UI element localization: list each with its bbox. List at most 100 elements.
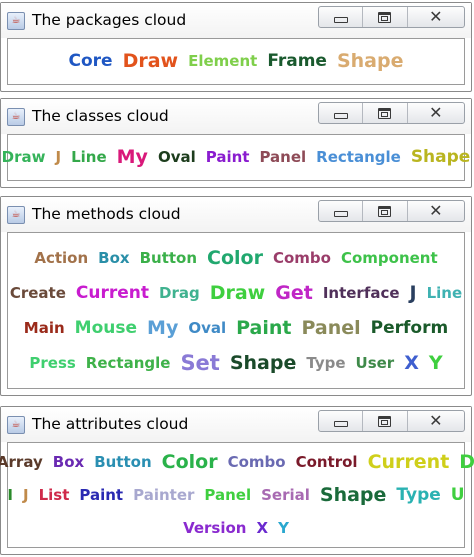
packages-cloud-window: ☕ The packages cloud ✕ Core Draw Element Fr… <box>0 2 472 92</box>
cloud-word: Array <box>0 452 43 471</box>
cloud-word: Draw <box>122 50 179 72</box>
java-app-icon: ☕ <box>7 416 25 434</box>
cloud-word: J <box>55 148 62 166</box>
word-cloud: Array Box Button Color Combo Control Current D I… <box>0 443 474 547</box>
cloud-row: Create Current Drag Draw Get Interface J Line <box>5 276 467 311</box>
cloud-word: Combo <box>227 452 286 471</box>
cloud-word: Button <box>139 248 198 267</box>
cloud-word: Set <box>180 350 220 375</box>
cloud-word: Element <box>188 52 258 70</box>
cloud-word: Shape <box>229 351 297 374</box>
cloud-row: Core Draw Element Frame Shape <box>64 52 409 71</box>
cloud-word: Color <box>161 450 218 473</box>
close-button[interactable]: ✕ <box>408 201 464 221</box>
cloud-word: Type <box>306 353 346 372</box>
window-controls: ✕ <box>318 102 465 124</box>
cloud-word: Combo <box>272 248 331 267</box>
window-controls: ✕ <box>318 200 465 222</box>
cloud-word: Action <box>34 248 89 267</box>
maximize-button[interactable] <box>363 411 408 431</box>
cloud-word: I <box>7 485 13 504</box>
maximize-button[interactable] <box>363 7 408 27</box>
window-controls: ✕ <box>318 410 465 432</box>
cloud-panel: Array Box Button Color Combo Control Current D I… <box>0 442 474 548</box>
cloud-word: U <box>450 484 465 505</box>
cloud-word: Draw <box>1 148 46 166</box>
cloud-word: Paint <box>205 148 250 166</box>
cloud-word: Version <box>183 518 247 537</box>
cloud-panel: Core Draw Element Frame Shape <box>7 38 465 85</box>
cloud-word: Serial <box>261 485 310 504</box>
maximize-icon <box>378 205 392 217</box>
cloud-word: X <box>256 518 269 537</box>
attributes-cloud-window: ☕ The attributes cloud ✕ Array Box Button C… <box>0 406 474 555</box>
cloud-word: My <box>147 316 179 339</box>
maximize-icon <box>378 11 392 23</box>
close-button[interactable]: ✕ <box>408 7 464 27</box>
cloud-word: Create <box>9 283 66 302</box>
minimize-icon <box>333 16 348 23</box>
title-bar[interactable]: ☕ The methods cloud ✕ <box>1 197 471 232</box>
minimize-button[interactable] <box>319 103 364 123</box>
cloud-word: Line <box>71 148 107 166</box>
close-button[interactable]: ✕ <box>408 103 464 123</box>
cloud-word: Y <box>428 351 443 374</box>
cloud-word: My <box>116 146 148 168</box>
classes-cloud-window: ☕ The classes cloud ✕ Draw J Line My Oval Pai… <box>0 98 472 188</box>
cloud-word: Control <box>295 452 358 471</box>
cloud-word: Press <box>29 353 76 372</box>
cloud-word: Perform <box>370 317 449 338</box>
close-button[interactable]: ✕ <box>408 411 464 431</box>
cloud-row: Main Mouse My Oval Paint Panel Perform <box>19 311 453 346</box>
cloud-word: Get <box>275 281 313 304</box>
title-bar[interactable]: ☕ The attributes cloud ✕ <box>1 407 471 442</box>
cloud-word: Mouse <box>74 317 138 338</box>
cloud-row: Press Rectangle Set Shape Type User X Y <box>24 346 447 381</box>
cloud-word: Y <box>278 518 289 537</box>
minimize-icon <box>333 210 348 217</box>
java-app-icon: ☕ <box>7 108 25 126</box>
cloud-word: User <box>355 353 395 372</box>
close-icon: ✕ <box>429 201 443 220</box>
title-bar[interactable]: ☕ The packages cloud ✕ <box>1 3 471 38</box>
cloud-row: Draw J Line My Oval Paint Panel Rectangle Shape <box>0 148 474 167</box>
word-cloud: Core Draw Element Frame Shape <box>8 39 464 84</box>
cloud-word: Interface <box>322 283 400 302</box>
cloud-word: X <box>404 351 419 374</box>
cloud-word: Draw <box>209 281 266 304</box>
close-icon: ✕ <box>429 411 443 430</box>
cloud-word: Button <box>94 452 152 471</box>
cloud-word: Main <box>23 318 65 337</box>
window-title: The classes cloud <box>32 107 169 125</box>
cloud-row: Action Box Button Color Combo Component <box>29 241 442 276</box>
cloud-word: D <box>459 450 474 473</box>
cloud-word: Panel <box>259 148 307 166</box>
cloud-word: Rectangle <box>316 148 401 166</box>
cloud-word: Oval <box>188 318 227 337</box>
cloud-row: I J List Paint Painter Panel Serial Shape Type U <box>2 479 469 512</box>
cloud-row: Version X Y <box>178 512 294 545</box>
cloud-row: Array Box Button Color Combo Control Current D <box>0 446 474 479</box>
maximize-button[interactable] <box>363 103 408 123</box>
cloud-word: Panel <box>204 485 252 504</box>
maximize-icon <box>378 107 392 119</box>
minimize-button[interactable] <box>319 201 364 221</box>
cloud-word: Shape <box>410 147 471 167</box>
cloud-word: Panel <box>301 316 361 339</box>
methods-cloud-window: ☕ The methods cloud ✕ Action Box Button Col… <box>0 196 472 396</box>
minimize-icon <box>333 112 348 119</box>
cloud-word: Drag <box>159 283 200 302</box>
cloud-word: Oval <box>157 148 196 166</box>
word-cloud: Draw J Line My Oval Paint Panel Rectangle Shape <box>2 135 471 180</box>
cloud-word: Core <box>68 51 113 71</box>
cloud-panel: Draw J Line My Oval Paint Panel Rectangle Shape <box>2 134 471 181</box>
word-cloud: Action Box Button Color Combo Component Create… <box>8 233 464 388</box>
title-bar[interactable]: ☕ The classes cloud ✕ <box>1 99 471 134</box>
maximize-button[interactable] <box>363 201 408 221</box>
cloud-word: List <box>38 485 70 504</box>
cloud-word: Frame <box>267 51 327 71</box>
java-app-icon: ☕ <box>7 12 25 30</box>
maximize-icon <box>378 415 392 427</box>
minimize-button[interactable] <box>319 7 364 27</box>
minimize-button[interactable] <box>319 411 364 431</box>
